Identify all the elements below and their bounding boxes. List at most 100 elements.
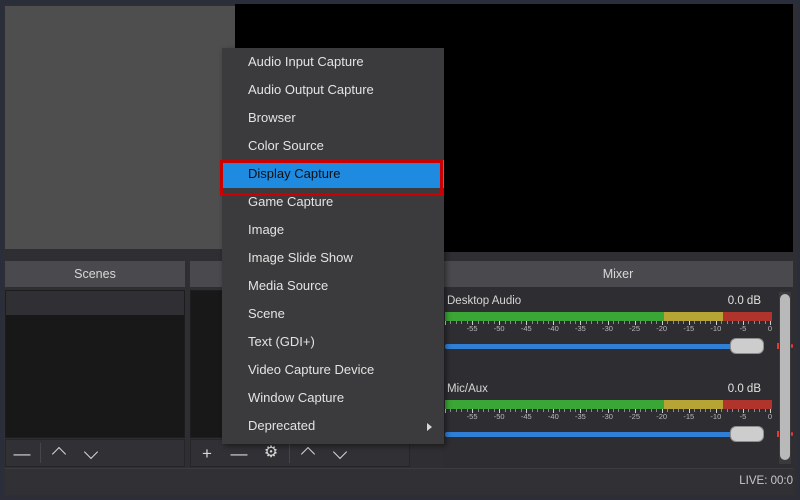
menu-item-label: Audio Output Capture — [248, 82, 374, 97]
scene-list-item-selected[interactable] — [6, 291, 184, 315]
scale-tick-label: -50 — [493, 412, 505, 421]
scale-tick-label: -10 — [710, 324, 722, 333]
mixer-level-meter — [445, 312, 772, 321]
scale-tick — [753, 321, 755, 324]
toolbar-divider — [40, 443, 41, 463]
scale-tick — [569, 409, 571, 412]
volume-slider-handle[interactable] — [730, 426, 764, 442]
menu-item-display-capture[interactable]: Display Capture — [222, 160, 444, 188]
scale-tick — [488, 321, 490, 324]
live-status-text: LIVE: 00:0 — [739, 475, 793, 487]
scale-tick — [694, 409, 696, 412]
scale-tick — [721, 321, 723, 324]
menu-item-media-source[interactable]: Media Source — [222, 272, 444, 300]
scale-tick — [726, 321, 728, 324]
move-scene-down-button[interactable] — [75, 440, 107, 466]
scale-tick — [764, 321, 766, 324]
menu-item-label: Image Slide Show — [248, 250, 353, 265]
menu-item-label: Text (GDI+) — [248, 334, 315, 349]
menu-item-label: Media Source — [248, 278, 329, 293]
menu-item-color-source[interactable]: Color Source — [222, 132, 444, 160]
scale-tick — [732, 321, 734, 324]
mixer-db-scale: -55 -50 -45 -40 -35 -30 -25 -20 -15 -10 -5 0 — [445, 321, 772, 335]
menu-item-label: Browser — [248, 110, 296, 125]
scale-tick — [618, 409, 620, 412]
menu-item-label: Video Capture Device — [248, 362, 375, 377]
scale-tick — [705, 321, 706, 324]
mixer-channel-db-value: 0.0 dB — [727, 383, 761, 395]
scale-tick-label: -5 — [739, 324, 747, 333]
scale-tick — [618, 321, 620, 324]
menu-item-audio-input-capture[interactable]: Audio Input Capture — [222, 48, 444, 76]
scale-tick — [737, 409, 739, 412]
scale-tick — [640, 409, 641, 412]
meter-segment — [664, 312, 723, 321]
scale-tick-label: 0 — [767, 324, 773, 333]
scenes-list[interactable] — [5, 290, 185, 438]
minus-icon: — — [230, 443, 248, 463]
scale-tick — [488, 409, 490, 412]
meter-segment — [664, 400, 723, 409]
scale-tick — [558, 409, 560, 412]
menu-item-video-capture-device[interactable]: Video Capture Device — [222, 356, 444, 384]
scale-tick — [694, 321, 696, 324]
mixer-panel: Desktop Audio 0.0 dB -55 -50 -45 -40 -35 -30 -25… — [443, 288, 793, 468]
menu-item-label: Scene — [248, 306, 285, 321]
scale-tick — [726, 409, 728, 412]
scale-tick — [705, 409, 706, 412]
scale-tick — [450, 321, 452, 324]
volume-slider-handle[interactable] — [730, 338, 764, 354]
meter-segment — [722, 312, 772, 321]
scale-tick-label: -25 — [629, 324, 640, 333]
scale-tick — [748, 321, 750, 324]
mixer-panel-title: Mixer — [602, 267, 634, 281]
scale-tick — [515, 321, 517, 324]
scale-tick-label: -40 — [547, 412, 559, 421]
remove-scene-button[interactable]: — — [6, 440, 38, 466]
scale-tick-label: -55 — [466, 324, 478, 333]
scale-tick — [477, 409, 479, 412]
mixer-channel: Desktop Audio 0.0 dB -55 -50 -45 -40 -35 -30 -25… — [443, 292, 793, 376]
scale-tick — [650, 409, 652, 412]
scale-tick — [748, 409, 750, 412]
scale-tick — [677, 321, 679, 324]
move-scene-up-button[interactable] — [43, 440, 75, 466]
scenes-toolbar: — — [5, 439, 185, 467]
sources-list[interactable] — [190, 290, 225, 438]
mixer-scrollbar[interactable] — [779, 292, 791, 464]
menu-item-scene[interactable]: Scene — [222, 300, 444, 328]
scale-tick-label: -10 — [710, 412, 722, 421]
mixer-db-scale: -55 -50 -45 -40 -35 -30 -25 -20 -15 -10 -5 0 — [445, 409, 772, 423]
mixer-scrollbar-thumb[interactable] — [780, 294, 790, 460]
scale-tick — [650, 321, 652, 324]
scale-tick-label: -30 — [602, 412, 613, 421]
scale-tick — [759, 321, 761, 324]
scale-tick-label: -35 — [574, 412, 586, 421]
volume-slider-track[interactable] — [445, 432, 735, 437]
menu-item-image[interactable]: Image — [222, 216, 444, 244]
scale-tick-label: -20 — [656, 324, 668, 333]
menu-item-browser[interactable]: Browser — [222, 104, 444, 132]
scale-tick — [537, 321, 539, 324]
scale-tick — [591, 321, 593, 324]
submenu-arrow-icon — [427, 423, 432, 431]
menu-item-deprecated[interactable]: Deprecated — [222, 412, 444, 440]
menu-item-game-capture[interactable]: Game Capture — [222, 188, 444, 216]
menu-item-text-gdi[interactable]: Text (GDI+) — [222, 328, 444, 356]
scale-tick-label: -30 — [602, 324, 613, 333]
menu-item-audio-output-capture[interactable]: Audio Output Capture — [222, 76, 444, 104]
scale-tick-label: -55 — [466, 412, 478, 421]
scale-tick — [461, 321, 463, 324]
scale-tick — [461, 409, 463, 412]
scale-tick — [531, 409, 533, 412]
scale-tick — [721, 409, 723, 412]
scale-tick — [672, 321, 674, 324]
scale-tick — [531, 321, 533, 324]
scale-tick — [510, 409, 511, 412]
add-source-context-menu[interactable]: Audio Input Capture Audio Output Capture B… — [222, 48, 444, 444]
scale-tick — [753, 409, 755, 412]
add-source-button[interactable]: + — [191, 440, 223, 466]
menu-item-image-slide-show[interactable]: Image Slide Show — [222, 244, 444, 272]
menu-item-window-capture[interactable]: Window Capture — [222, 384, 444, 412]
volume-slider-track[interactable] — [445, 344, 735, 349]
